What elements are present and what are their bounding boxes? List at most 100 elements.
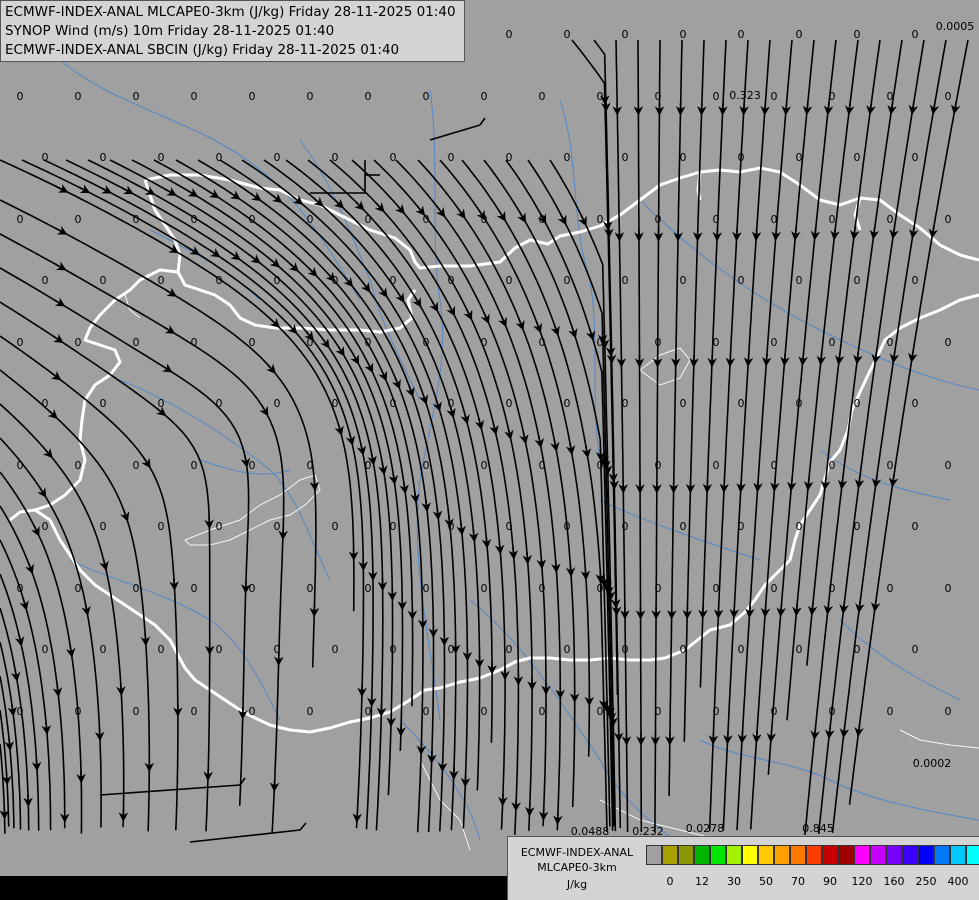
sbcin-value: 0 [597,459,604,472]
sbcin-value: 0 [597,213,604,226]
sbcin-value: 0 [249,90,256,103]
legend-tick-label: 400 [947,875,969,888]
sbcin-value: 0 [887,459,894,472]
streamline-arrowhead [468,529,479,543]
legend-swatch [822,845,838,865]
legend-swatch [710,845,726,865]
legend-tick-label: 50 [759,875,773,888]
streamline-arrowhead [399,481,409,495]
sbcin-value: 0 [796,151,803,164]
wind-streamline [219,159,457,831]
sbcin-value: 0 [564,643,571,656]
legend-swatch [902,845,918,865]
streamline-arrowhead [120,509,130,522]
sbcin-value: 0 [655,705,662,718]
sbcin-value: 0 [945,705,952,718]
streamline-arrowhead [4,738,15,752]
sbcin-value: 0 [622,151,629,164]
wind-streamline [307,159,506,830]
sbcin-value: 0 [307,582,314,595]
sbcin-value: 0 [945,459,952,472]
streamline-arrowhead [356,443,367,456]
streamline-arrowhead [580,567,591,581]
streamline-arrowhead [121,185,134,195]
sbcin-value: 0 [158,397,165,410]
sbcin-value: 0 [481,213,488,226]
streamline-arrowhead [250,253,261,264]
sbcin-value: 0 [912,397,919,410]
streamline-arrowhead [854,476,865,490]
sbcin-value: 0 [274,397,281,410]
sbcin-value: 0 [448,274,455,287]
streamline-arrowhead [771,228,781,242]
streamline-arrowhead [870,599,881,613]
sbcin-value: 0 [887,336,894,349]
streamline-arrowhead [536,556,547,570]
sbcin-value: 0 [738,151,745,164]
streamline-arrowhead [522,551,532,565]
streamline-arrowhead [517,211,527,224]
region-border [419,759,471,851]
sbcin-value: 0 [945,336,952,349]
sbcin-value: 0 [158,643,165,656]
streamline-arrowhead [229,190,241,200]
streamline-arrowhead [374,202,385,213]
streamline-arrowhead [186,187,199,197]
streamline-arrowhead [736,480,746,493]
streamline-arrowhead [378,286,388,298]
river-line [819,449,951,501]
streamline-arrowhead [565,564,576,578]
sbcin-value: 0 [796,28,803,41]
streamline-arrowhead [908,102,919,115]
sbcin-value: 0 [539,582,546,595]
sbcin-value: 0 [100,520,107,533]
legend-swatch [662,845,678,865]
streamline-arrowhead [463,308,473,321]
streamline-arrowhead [585,328,596,341]
streamline-arrowhead [839,725,850,739]
streamline-arrowhead [834,352,845,366]
sbcin-value: 0 [539,213,546,226]
legend-swatch [918,845,934,865]
streamline-arrowhead [367,452,377,466]
streamline-arrowhead [360,281,371,293]
streamline-arrowhead [791,228,801,241]
legend-swatch [694,845,710,865]
legend-tick-label: 30 [727,875,741,888]
sbcin-value: 0 [887,90,894,103]
sbcin-value: 0 [680,643,687,656]
sbcin-value: 0 [945,582,952,595]
sbcin-value: 0 [216,274,223,287]
sbcin-value: 0 [481,705,488,718]
legend-swatch [774,845,790,865]
map-stage: 0 0 0 0 0 0 0 0 0 0 0 0 0 0 0 0 0 0 0 0 0 0 0 0 0 0 0 0 0 0 0 0 0 0 0 0 0 0 0 0… [0,0,979,900]
streamline-arrowhead [378,462,388,476]
streamline-arrowhead [515,318,525,331]
sbcin-value: 0 [390,397,397,410]
streamline-arrowhead [81,603,91,617]
sbcin-value: 0 [912,151,919,164]
streamline-arrowhead [30,524,40,537]
wind-streamline [241,159,469,829]
sbcin-value: 0 [622,274,629,287]
sbcin-value: 0 [655,213,662,226]
title-line-sbcin: ECMWF-INDEX-ANAL SBCIN (J/kg) Friday 28-… [5,42,400,58]
sbcin-value: 0 [191,336,198,349]
streamline-arrowhead [810,727,820,741]
streamline-arrowhead [54,261,67,271]
sbcin-value: 0 [680,274,687,287]
streamline-arrowhead [378,369,388,382]
sbcin-value: 0 [506,28,513,41]
sbcin-value: 0 [158,274,165,287]
streamline-arrowhead [31,758,42,772]
streamline-arrowhead [165,186,177,196]
sbcin-value: 0 [771,459,778,472]
streamline-arrowhead [269,257,281,268]
sbcin-value: 0 [17,705,24,718]
sbcin-value: 0 [506,643,513,656]
legend-tick-label: 90 [823,875,837,888]
title-line-synop-wind: SYNOP Wind (m/s) 10m Friday 28-11-2025 0… [5,23,335,39]
sbcin-value: 0 [506,520,513,533]
sbcin-value: 0 [771,213,778,226]
sbcin-value: 0 [796,274,803,287]
